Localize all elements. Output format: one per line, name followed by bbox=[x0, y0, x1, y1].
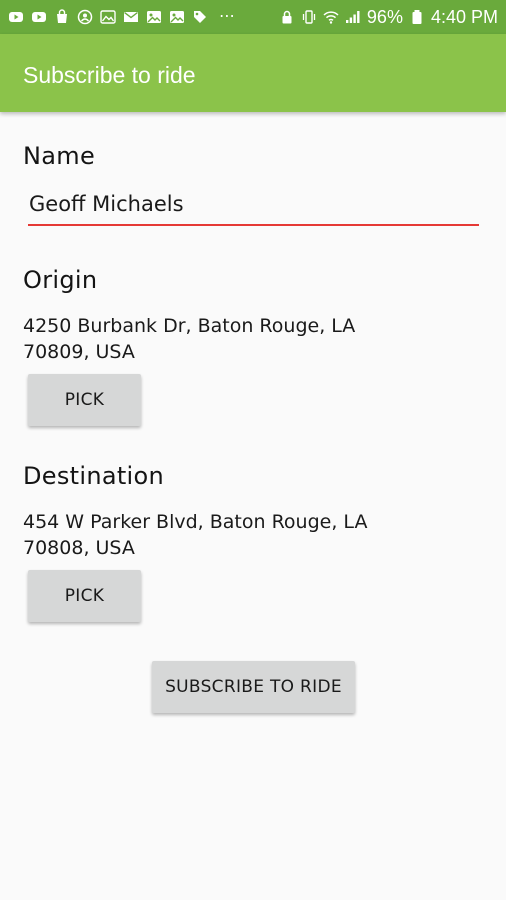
origin-address-line: 4250 Burbank Dr, Baton Rouge, LA bbox=[23, 315, 356, 337]
destination-address-line: 454 W Parker Blvd, Baton Rouge, LA bbox=[23, 511, 368, 533]
clock: 4:40 PM bbox=[430, 7, 498, 27]
battery-icon bbox=[409, 9, 425, 25]
signal-icon bbox=[345, 9, 361, 25]
youtube-icon bbox=[8, 9, 24, 25]
name-input[interactable] bbox=[28, 188, 479, 226]
lock-icon bbox=[279, 9, 295, 25]
youtube-icon bbox=[31, 9, 47, 25]
image-icon bbox=[146, 9, 162, 25]
battery-percent: 96% bbox=[366, 7, 403, 27]
name-label: Name bbox=[23, 142, 96, 170]
image-icon bbox=[169, 9, 185, 25]
wifi-icon bbox=[323, 9, 339, 25]
app-bar: Subscribe to ride bbox=[0, 34, 506, 112]
photos-icon bbox=[100, 9, 116, 25]
mail-icon bbox=[123, 9, 139, 25]
origin-pick-button[interactable]: PICK bbox=[28, 374, 141, 426]
destination-label: Destination bbox=[23, 462, 165, 490]
notification-icons: ⋯ bbox=[8, 9, 279, 25]
app-title: Subscribe to ride bbox=[23, 61, 196, 88]
destination-pick-button[interactable]: PICK bbox=[28, 570, 141, 622]
destination-address: 454 W Parker Blvd, Baton Rouge, LA 70808… bbox=[23, 509, 423, 561]
origin-address: 4250 Burbank Dr, Baton Rouge, LA 70809, … bbox=[23, 313, 423, 365]
tag-icon bbox=[192, 9, 208, 25]
destination-address-line: 70808, USA bbox=[23, 537, 135, 559]
origin-label: Origin bbox=[23, 266, 98, 294]
subscribe-button[interactable]: SUBSCRIBE TO RIDE bbox=[152, 661, 355, 713]
status-bar: ⋯ 96% 4:40 PM bbox=[0, 0, 506, 34]
more-notifications-icon: ⋯ bbox=[219, 8, 236, 25]
account-circle-icon bbox=[77, 9, 93, 25]
origin-address-line: 70809, USA bbox=[23, 341, 135, 363]
system-icons: 96% 4:40 PM bbox=[279, 8, 498, 26]
vibrate-icon bbox=[301, 9, 317, 25]
bag-icon bbox=[54, 9, 70, 25]
